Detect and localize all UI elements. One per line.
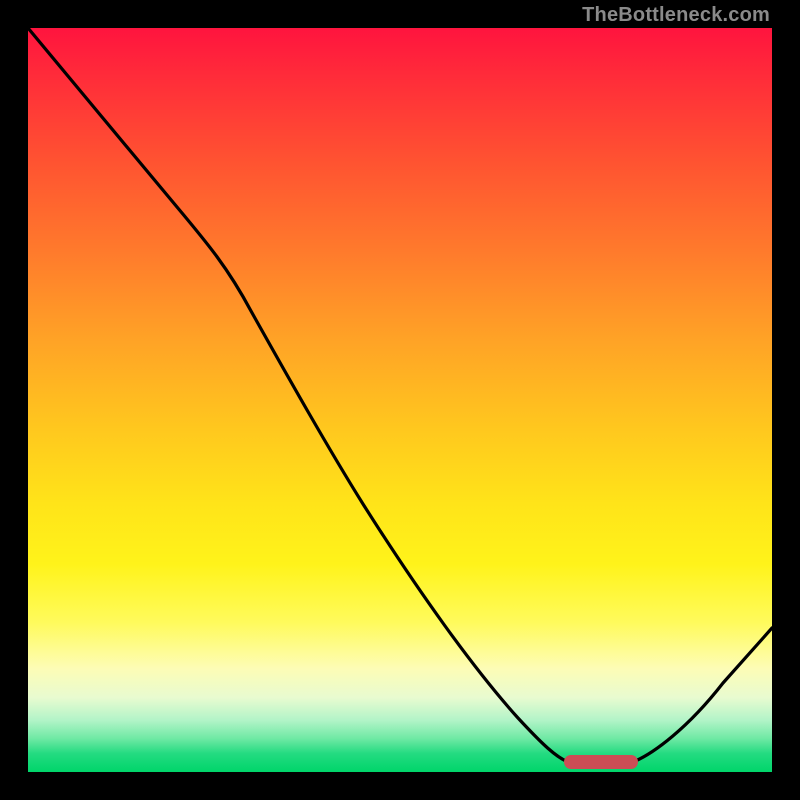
curve-path — [28, 28, 772, 767]
watermark-text: TheBottleneck.com — [582, 4, 770, 27]
chart-plot-area — [28, 28, 772, 772]
chart-frame: TheBottleneck.com — [0, 0, 800, 800]
bottleneck-curve — [28, 28, 772, 772]
optimal-marker — [564, 755, 638, 769]
